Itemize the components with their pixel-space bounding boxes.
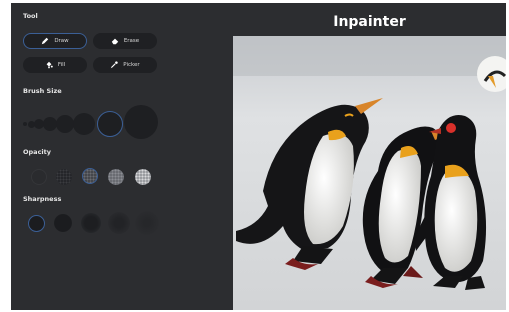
brush-size-option[interactable] <box>43 117 57 131</box>
sharpness-label: Sharpness <box>23 195 62 203</box>
erase-button[interactable]: Erase <box>93 33 157 49</box>
tool-panel: Tool Draw Erase Fill Picker Brush Size O… <box>11 3 222 310</box>
eraser-icon <box>111 38 119 45</box>
brush-size-option[interactable] <box>56 115 74 133</box>
erase-button-label: Erase <box>123 38 140 44</box>
opacity-label: Opacity <box>23 148 51 156</box>
picker-button-label: Picker <box>123 62 140 68</box>
opacity-option[interactable] <box>56 169 72 185</box>
opacity-option[interactable] <box>31 169 47 185</box>
sharpness-option[interactable] <box>54 214 72 232</box>
app-title: Inpainter <box>333 14 406 30</box>
eyedropper-icon <box>111 61 118 69</box>
brush-size-option[interactable] <box>23 122 27 126</box>
brush-size-label: Brush Size <box>23 87 62 95</box>
fill-button[interactable]: Fill <box>23 57 87 73</box>
brush-size-option-selected[interactable] <box>97 111 123 137</box>
penguins-image <box>233 36 506 310</box>
draw-button[interactable]: Draw <box>23 33 87 49</box>
tool-section-label: Tool <box>23 12 38 20</box>
image-canvas[interactable] <box>233 36 506 310</box>
sharpness-option[interactable] <box>135 211 159 235</box>
opacity-option-selected[interactable] <box>82 168 98 184</box>
sharpness-option-selected[interactable] <box>28 215 45 232</box>
brush-size-option[interactable] <box>124 105 158 139</box>
sharpness-option[interactable] <box>81 213 101 233</box>
fill-button-label: Fill <box>57 62 66 68</box>
draw-button-label: Draw <box>54 38 69 44</box>
inpainter-app: Tool Draw Erase Fill Picker Brush Size O… <box>11 3 506 310</box>
opacity-option[interactable] <box>135 169 151 185</box>
pencil-icon <box>42 37 49 45</box>
brush-size-option[interactable] <box>73 113 95 135</box>
sharpness-option[interactable] <box>108 212 130 234</box>
picker-button[interactable]: Picker <box>93 57 157 73</box>
opacity-option[interactable] <box>108 169 124 185</box>
paint-bucket-icon <box>46 61 53 69</box>
